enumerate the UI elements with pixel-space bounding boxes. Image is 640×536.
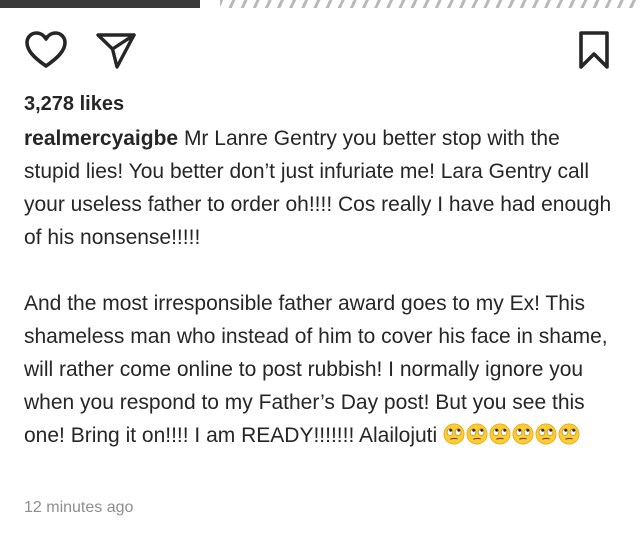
- username-link[interactable]: realmercyaigbe: [24, 127, 178, 150]
- caption-paragraph: And the most irresponsible father award …: [24, 287, 618, 452]
- likes-count[interactable]: 3,278 likes: [24, 91, 124, 117]
- face-with-rolling-eyes-emoji: [466, 423, 488, 445]
- heart-icon[interactable]: [24, 30, 68, 70]
- caption-paragraph: realmercyaigbe Mr Lanre Gentry you bette…: [24, 122, 618, 254]
- bookmark-icon[interactable]: [574, 30, 614, 70]
- post-image-bottom-edge: [0, 0, 640, 8]
- face-with-rolling-eyes-emoji: [489, 423, 511, 445]
- post-caption: realmercyaigbe Mr Lanre Gentry you bette…: [24, 122, 618, 452]
- post-timestamp: 12 minutes ago: [24, 499, 134, 516]
- face-with-rolling-eyes-emoji: [558, 423, 580, 445]
- face-with-rolling-eyes-emoji: [512, 423, 534, 445]
- action-bar: [0, 24, 640, 74]
- emoji-group: [443, 423, 581, 447]
- face-with-rolling-eyes-emoji: [443, 423, 465, 445]
- image-pattern-area: [220, 0, 640, 8]
- image-dark-area: [0, 0, 200, 8]
- face-with-rolling-eyes-emoji: [535, 423, 557, 445]
- paper-plane-icon[interactable]: [95, 30, 137, 70]
